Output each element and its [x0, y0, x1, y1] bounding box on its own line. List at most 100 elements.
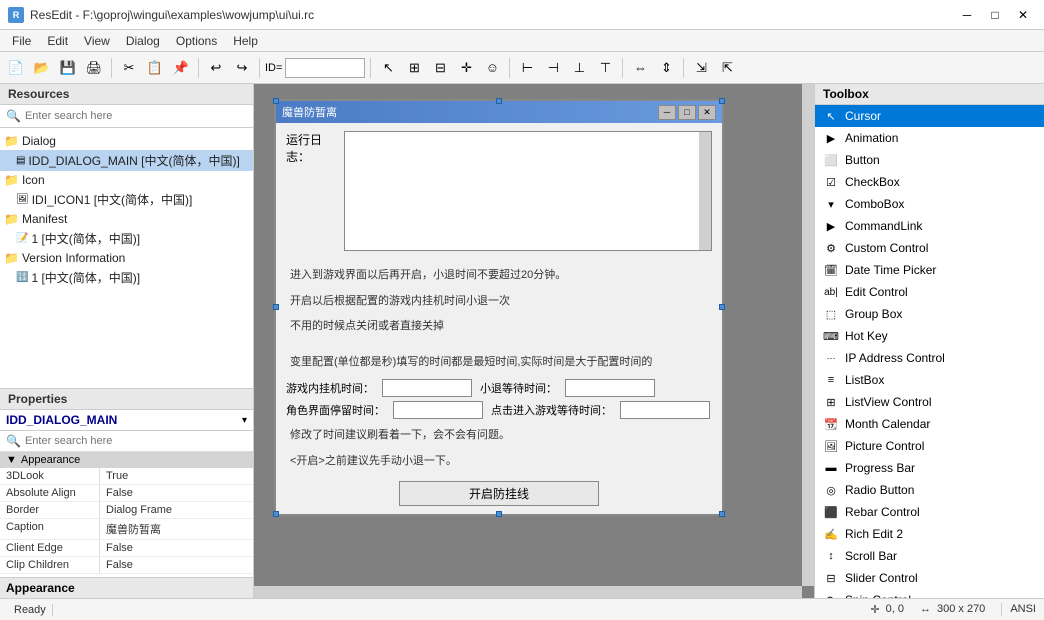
tree-item-idd-dialog[interactable]: ▤ IDD_DIALOG_MAIN [中文(简体，中国)] — [0, 150, 253, 171]
prop-value-clientedge: False — [100, 540, 253, 556]
handle-tr[interactable] — [719, 98, 725, 104]
tb-align1[interactable]: ⊢ — [515, 56, 539, 80]
tb-new[interactable]: 📄 — [4, 56, 28, 80]
tb-copy[interactable]: 📋 — [143, 56, 167, 80]
id-input[interactable] — [285, 58, 365, 78]
menu-file[interactable]: File — [4, 32, 39, 50]
toolbox-button[interactable]: ⬜ Button — [815, 149, 1044, 171]
handle-bc[interactable] — [496, 511, 502, 517]
maximize-button[interactable]: □ — [982, 5, 1008, 25]
tb-space2[interactable]: ⇕ — [654, 56, 678, 80]
toolbox-hotkey[interactable]: ⌨ Hot Key — [815, 325, 1044, 347]
tree-item-version1[interactable]: 🔢 1 [中文(简体，中国)] — [0, 267, 253, 288]
tb-align4[interactable]: ⊤ — [593, 56, 617, 80]
handle-ml[interactable] — [273, 304, 279, 310]
toolbox-richedit2[interactable]: ✍ Rich Edit 2 — [815, 523, 1044, 545]
tb-align2[interactable]: ⊣ — [541, 56, 565, 80]
rebarcontrol-icon: ⬛ — [823, 504, 839, 520]
toolbox-rebarcontrol[interactable]: ⬛ Rebar Control — [815, 501, 1044, 523]
dialog-titlebar[interactable]: 魔兽防暂离 ─ □ ✕ — [276, 101, 722, 123]
dialog-minimize[interactable]: ─ — [658, 105, 676, 120]
center-scrollbar-horizontal[interactable] — [254, 586, 802, 598]
toolbox-picturecontrol[interactable]: 🖼 Picture Control — [815, 435, 1044, 457]
props-search-input[interactable] — [25, 435, 247, 447]
toolbox-datetimepicker[interactable]: 🗓 Date Time Picker — [815, 259, 1044, 281]
dialog-close[interactable]: ✕ — [698, 105, 716, 120]
dialog-input-hang[interactable] — [382, 379, 472, 397]
handle-tc[interactable] — [496, 98, 502, 104]
tree-item-idi[interactable]: 🖼 IDI_ICON1 [中文(简体，中国)] — [0, 189, 253, 210]
handle-bl[interactable] — [273, 511, 279, 517]
tb-paste[interactable]: 📌 — [169, 56, 193, 80]
center-scrollbar-vertical[interactable] — [802, 84, 814, 586]
tb-align3[interactable]: ⊥ — [567, 56, 591, 80]
props-section-appearance[interactable]: ▼ Appearance — [0, 452, 253, 468]
close-button[interactable]: ✕ — [1010, 5, 1036, 25]
tb-undo[interactable]: ↩ — [204, 56, 228, 80]
tb-grid2[interactable]: ⊟ — [428, 56, 452, 80]
scrollbar-icon: ↕ — [823, 548, 839, 564]
tree-folder-icon[interactable]: 📁 Icon — [0, 171, 253, 189]
toolbox-ipaddress[interactable]: ··· IP Address Control — [815, 347, 1044, 369]
props-row-clientedge: Client Edge False — [0, 540, 253, 557]
chevron-down-icon[interactable]: ▾ — [242, 415, 247, 426]
menu-view[interactable]: View — [76, 32, 118, 50]
tb-save[interactable]: 💾 — [56, 56, 80, 80]
resources-search-input[interactable] — [25, 110, 247, 122]
tree-item-manifest1[interactable]: 📝 1 [中文(简体，中国)] — [0, 228, 253, 249]
toolbox-checkbox[interactable]: ☑ CheckBox — [815, 171, 1044, 193]
toolbox-monthcalendar[interactable]: 📆 Month Calendar — [815, 413, 1044, 435]
tb-grid1[interactable]: ⊞ — [402, 56, 426, 80]
toolbox-customcontrol[interactable]: ⚙ Custom Control — [815, 237, 1044, 259]
toolbox-animation[interactable]: ▶ Animation — [815, 127, 1044, 149]
menu-options[interactable]: Options — [168, 32, 225, 50]
toolbox-listbox[interactable]: ≡ ListBox — [815, 369, 1044, 391]
toolbox-cursor[interactable]: ↖ Cursor — [815, 105, 1044, 127]
dialog-input-stay[interactable] — [393, 401, 483, 419]
center-canvas[interactable]: 魔兽防暂离 ─ □ ✕ 运行日志： 进入到游戏界面以后再开启，小退时间不要超过2… — [254, 84, 814, 598]
tb-redo[interactable]: ↪ — [230, 56, 254, 80]
props-dropdown[interactable]: IDD_DIALOG_MAIN ▾ — [0, 410, 253, 431]
toolbox-spincontrol[interactable]: ⟳ Spin Control — [815, 589, 1044, 598]
tree-folder-manifest[interactable]: 📁 Manifest — [0, 210, 253, 228]
log-scrollbar[interactable] — [699, 132, 711, 250]
tree-folder-version[interactable]: 📁 Version Information — [0, 249, 253, 267]
tb-size2[interactable]: ⇱ — [715, 56, 739, 80]
toolbox-listviewcontrol[interactable]: ⊞ ListView Control — [815, 391, 1044, 413]
dialog-maximize[interactable]: □ — [678, 105, 696, 120]
menu-dialog[interactable]: Dialog — [118, 32, 168, 50]
start-button[interactable]: 开启防挂线 — [399, 481, 599, 506]
handle-tl[interactable] — [273, 98, 279, 104]
toolbox-progressbar[interactable]: ▬ Progress Bar — [815, 457, 1044, 479]
menu-help[interactable]: Help — [225, 32, 266, 50]
dialog-content: 运行日志： 进入到游戏界面以后再开启，小退时间不要超过20分钟。 开启以后根据配… — [276, 123, 722, 514]
tb-smiley[interactable]: ☺ — [480, 56, 504, 80]
minimize-button[interactable]: ─ — [954, 5, 980, 25]
button-icon: ⬜ — [823, 152, 839, 168]
toolbox-commandlink[interactable]: ▶ CommandLink — [815, 215, 1044, 237]
toolbox-radiobutton[interactable]: ◎ Radio Button — [815, 479, 1044, 501]
toolbox-editcontrol[interactable]: ab| Edit Control — [815, 281, 1044, 303]
menu-edit[interactable]: Edit — [39, 32, 76, 50]
expand-icon: ▼ — [6, 454, 17, 466]
tb-cut[interactable]: ✂ — [117, 56, 141, 80]
toolbox-groupbox[interactable]: ⬚ Group Box — [815, 303, 1044, 325]
tb-arrow[interactable]: ↖ — [376, 56, 400, 80]
tb-sep2 — [198, 58, 199, 78]
dialog-text7: <开启>之前建议先手动小退一下。 — [286, 449, 712, 475]
tb-size1[interactable]: ⇲ — [689, 56, 713, 80]
toolbox-rebarcontrol-label: Rebar Control — [845, 505, 920, 519]
dialog-input-enter[interactable] — [620, 401, 710, 419]
toolbox-panel: Toolbox ↖ Cursor ▶ Animation ⬜ Button ☑ … — [814, 84, 1044, 598]
toolbox-slidercontrol[interactable]: ⊟ Slider Control — [815, 567, 1044, 589]
tb-space1[interactable]: ⇔ — [628, 56, 652, 80]
tb-cursor[interactable]: ✛ — [454, 56, 478, 80]
toolbox-scrollbar[interactable]: ↕ Scroll Bar — [815, 545, 1044, 567]
dialog-input-wait[interactable] — [565, 379, 655, 397]
handle-mr[interactable] — [719, 304, 725, 310]
tb-open[interactable]: 📂 — [30, 56, 54, 80]
handle-br[interactable] — [719, 511, 725, 517]
toolbox-combobox[interactable]: ▾ ComboBox — [815, 193, 1044, 215]
tree-folder-dialog[interactable]: 📁 Dialog — [0, 132, 253, 150]
tb-print[interactable]: 🖨 — [82, 56, 106, 80]
